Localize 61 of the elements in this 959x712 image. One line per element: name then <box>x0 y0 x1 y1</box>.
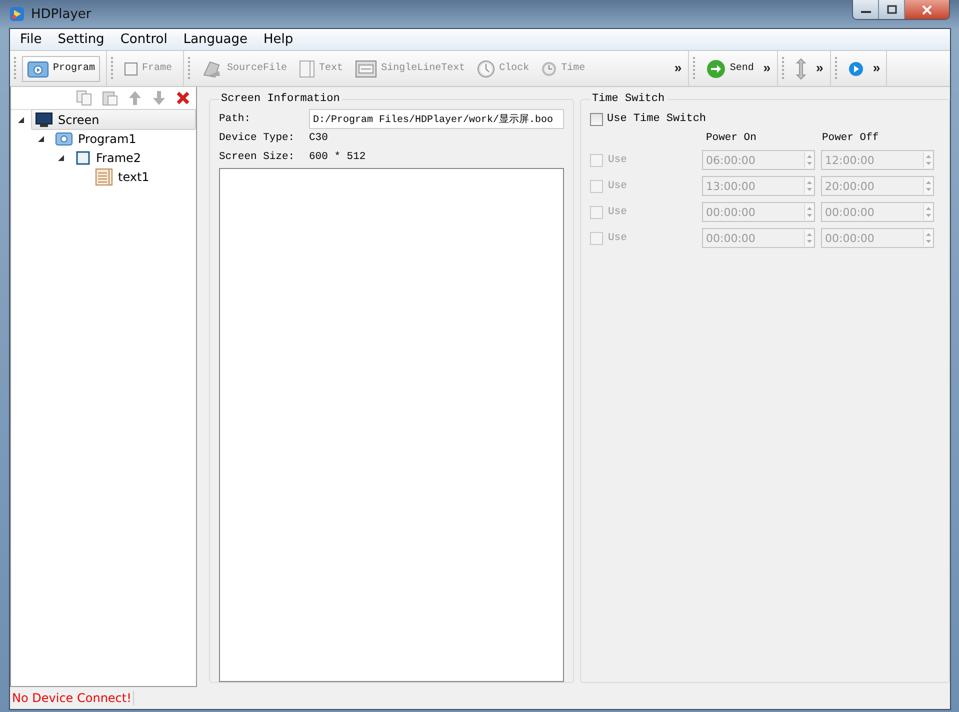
field-value: 600 * 512 <box>309 150 366 162</box>
tree-tool-button[interactable] <box>176 91 190 105</box>
checkbox[interactable] <box>590 112 603 126</box>
path-field[interactable]: D:/Program Files/HDPlayer/work/显示屏.boo <box>309 108 564 128</box>
field-value: C30 <box>309 132 328 144</box>
clock-icon <box>541 60 558 76</box>
toolbar-button[interactable]: Send <box>700 56 759 82</box>
close-button[interactable] <box>905 0 949 19</box>
delete-icon <box>176 91 190 105</box>
play-icon <box>848 60 864 76</box>
tree-item[interactable]: Program1 <box>51 128 196 149</box>
menu-item[interactable]: Setting <box>50 32 112 47</box>
field-label: Path: <box>219 112 252 124</box>
column-header: Power On <box>706 132 758 144</box>
menu-item[interactable]: Help <box>255 32 302 47</box>
maximize-button[interactable] <box>879 0 905 19</box>
close-icon <box>921 4 933 14</box>
arrow-down-icon <box>152 90 166 106</box>
column-header: Power Off <box>822 132 879 144</box>
page-icon <box>299 60 316 78</box>
page-icon <box>95 168 113 186</box>
tree-item[interactable]: Screen <box>31 109 196 130</box>
field-label: Screen Size: <box>219 150 296 162</box>
copy-icon <box>76 90 92 106</box>
tree-item[interactable]: Frame2 <box>71 147 196 168</box>
status-message: No Device Connect! <box>10 691 134 705</box>
clock-icon <box>477 60 496 78</box>
overflow-button[interactable]: » <box>760 61 773 76</box>
paste-icon <box>102 90 118 106</box>
square-icon <box>124 62 138 76</box>
arrow-up-icon <box>128 90 142 106</box>
checkbox-label: Use <box>608 180 628 192</box>
up-down-arrow-icon <box>794 58 807 80</box>
field-label: Device Type: <box>219 132 296 144</box>
menu-item[interactable]: Language <box>175 32 256 47</box>
text-box-icon <box>355 60 378 78</box>
checkbox-label: Use Time Switch <box>607 113 706 125</box>
checkbox-label: Use <box>608 154 628 166</box>
menu-item[interactable]: Control <box>112 32 176 47</box>
overflow-button[interactable]: » <box>814 61 826 76</box>
tree-item[interactable]: text1 <box>91 166 196 187</box>
expand-arrow-icon[interactable] <box>57 154 65 162</box>
group-title: Time Switch <box>591 93 666 105</box>
toolbar-button[interactable]: Program <box>22 56 100 82</box>
monitor-icon <box>35 112 53 128</box>
maximize-icon <box>886 4 898 14</box>
overflow-button[interactable]: » <box>870 61 882 76</box>
minimize-button[interactable] <box>853 0 879 19</box>
window-title: HDPlayer <box>31 6 92 22</box>
app-icon <box>9 6 25 22</box>
group-title: Screen Information <box>220 93 341 105</box>
checkbox-label: Use <box>608 232 628 244</box>
arrow-right-icon <box>706 58 726 78</box>
video-icon <box>55 130 73 146</box>
checkbox-label: Use <box>608 206 628 218</box>
expand-arrow-icon[interactable] <box>17 116 25 124</box>
overflow-button[interactable]: » <box>672 61 684 76</box>
square-icon <box>75 150 91 166</box>
video-icon <box>27 60 49 78</box>
menu-item[interactable]: File <box>12 32 50 47</box>
expand-arrow-icon[interactable] <box>37 134 45 142</box>
